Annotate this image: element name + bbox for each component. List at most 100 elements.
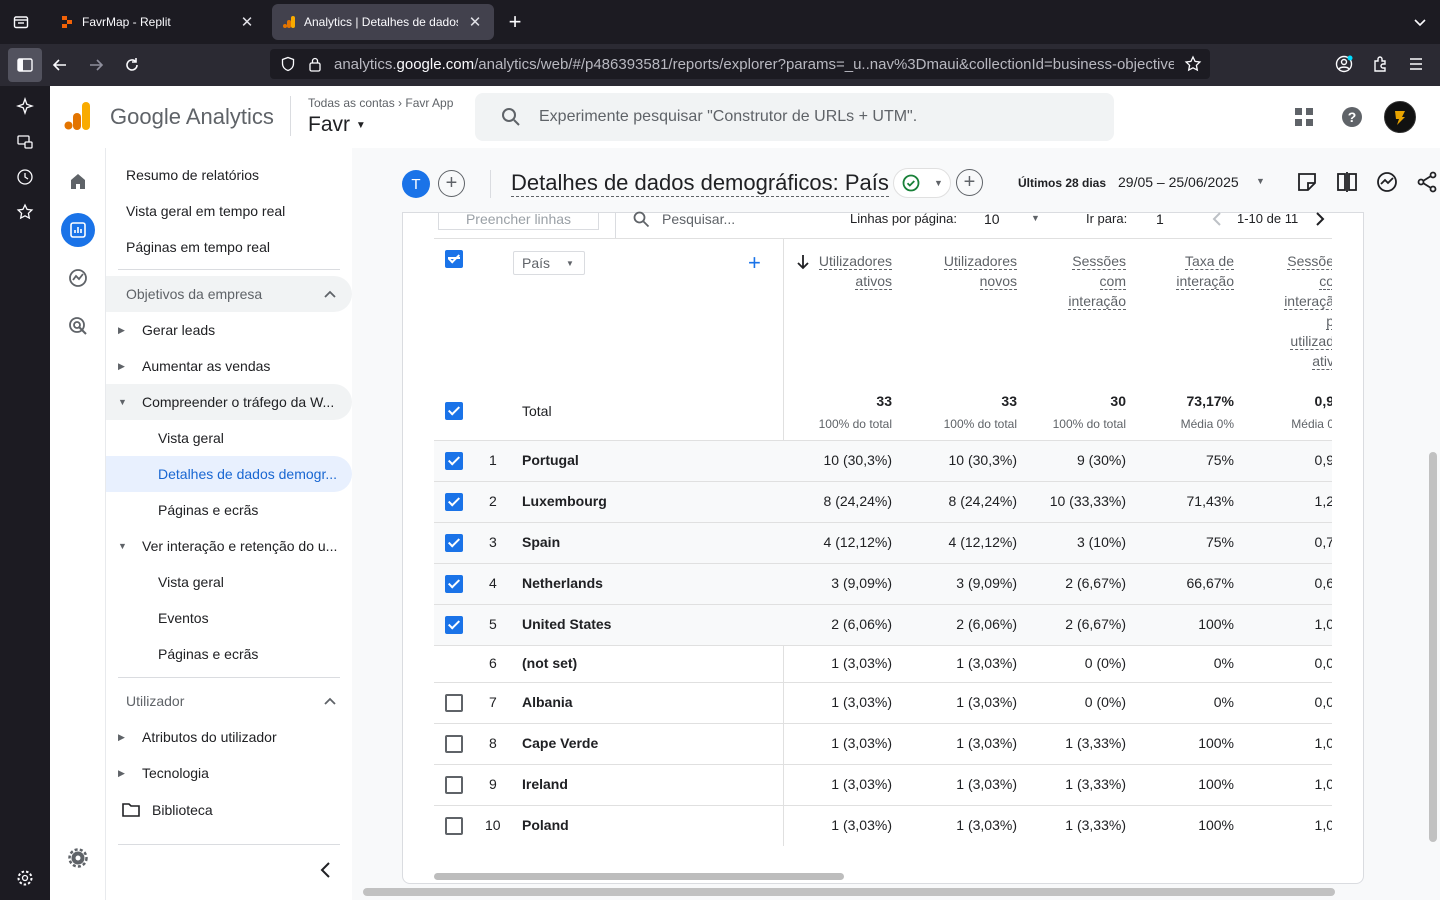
apps-grid-icon[interactable] [1288,101,1320,133]
comparison-avatar[interactable]: T [402,170,430,198]
country-cell[interactable]: Cape Verde [522,735,598,751]
close-icon[interactable]: ✕ [466,13,484,31]
menu-item-paginas-ecras-2[interactable]: Páginas e ecrãs [106,636,352,672]
history-icon[interactable] [8,160,42,194]
insights-icon[interactable] [1376,171,1398,196]
customize-report-icon[interactable] [1296,171,1318,196]
menu-item-paginas-tempo-real[interactable]: Páginas em tempo real [106,229,352,265]
url-bar[interactable]: analytics.google.com/analytics/web/#/p48… [270,49,1210,79]
lock-icon[interactable] [308,56,322,72]
row-checkbox[interactable] [445,776,463,794]
account-icon[interactable] [1327,47,1361,81]
compare-icon[interactable] [1336,171,1358,196]
row-checkbox[interactable] [445,575,463,593]
country-cell[interactable]: Poland [522,817,569,833]
menu-section-objetivos[interactable]: Objetivos da empresa [106,276,352,312]
dimension-selector[interactable]: País ▼ [513,251,585,275]
tab-analytics[interactable]: Analytics | Detalhes de dados d ✕ [272,4,494,40]
table-horizontal-scrollbar[interactable] [434,873,844,880]
table-row[interactable]: 5 United States 2 (6,06%) 2 (6,06%) 2 (6,67%… [434,604,1332,645]
table-row[interactable]: 9 Ireland 1 (3,03%) 1 (3,03%) 1 (3,33%) 100% 1… [434,764,1332,805]
menu-item-tempo-real[interactable]: Vista geral em tempo real [106,193,352,229]
tab-favrmap[interactable]: FavrMap - Replit ✕ [50,4,266,40]
row-checkbox[interactable] [445,817,463,835]
advertising-icon[interactable] [62,310,94,342]
status-badge[interactable]: ▼ [893,168,951,198]
total-checkbox[interactable] [445,402,463,420]
share-icon[interactable] [1416,171,1438,196]
table-row[interactable]: 3 Spain 4 (12,12%) 4 (12,12%) 3 (10%) 75% 0,7 [434,522,1332,563]
add-filter-icon[interactable]: + [956,169,983,196]
table-row[interactable]: 2 Luxembourg 8 (24,24%) 8 (24,24%) 10 (33,33… [434,481,1332,522]
bookmark-star-icon[interactable] [1184,55,1202,73]
menu-item-tecnologia[interactable]: ▶ Tecnologia [106,755,352,791]
close-icon[interactable]: ✕ [238,13,256,31]
help-icon[interactable]: ? [1336,101,1368,133]
menu-item-compreender-trafego[interactable]: ▼ Compreender o tráfego da W... [106,384,352,420]
add-comparison-icon[interactable]: + [438,170,465,197]
menu-section-utilizador[interactable]: Utilizador [106,683,352,719]
select-all-checkbox[interactable] [445,250,463,268]
table-row[interactable]: 1 Portugal 10 (30,3%) 10 (30,3%) 9 (30%) 75% 0… [434,440,1332,481]
header-utilizadores-ativos[interactable]: Utilizadores ativos [818,251,892,291]
extensions-icon[interactable] [1363,47,1397,81]
table-row[interactable]: 6 (not set) 1 (3,03%) 1 (3,03%) 0 (0%) 0% 0,0 [434,645,1332,682]
menu-item-detalhes-demograficos[interactable]: Detalhes de dados demogr... [106,456,352,492]
menu-item-biblioteca[interactable]: Biblioteca [106,792,352,828]
menu-item-vista-geral[interactable]: Vista geral [106,420,352,456]
caret-down-icon[interactable]: ▼ [1256,176,1265,186]
home-icon[interactable] [62,165,94,197]
country-cell[interactable]: Albania [522,694,573,710]
menu-item-aumentar-vendas[interactable]: ▶ Aumentar as vendas [106,348,352,384]
date-label[interactable]: Últimos 28 dias [1018,176,1106,190]
explore-icon[interactable] [62,262,94,294]
collapse-menu-icon[interactable] [316,860,336,880]
ga-logo-icon[interactable] [64,101,92,131]
table-row[interactable]: 4 Netherlands 3 (9,09%) 3 (9,09%) 2 (6,67%) 6… [434,563,1332,604]
bookmarks-icon[interactable] [8,195,42,229]
menu-item-eventos[interactable]: Eventos [106,600,352,636]
menu-item-paginas-ecras[interactable]: Páginas e ecrãs [106,492,352,528]
search-bar[interactable]: Experimente pesquisar "Construtor de URL… [475,93,1114,141]
reports-icon[interactable] [61,213,95,247]
header-taxa-interacao[interactable]: Taxa de interação [1176,251,1234,291]
sidebar-toggle-icon[interactable] [8,48,42,82]
menu-item-resumo[interactable]: Resumo de relatórios [106,157,352,193]
admin-gear-icon[interactable] [62,842,94,874]
row-checkbox[interactable] [445,735,463,753]
table-row[interactable]: 10 Poland 1 (3,03%) 1 (3,03%) 1 (3,33%) 100% 1… [434,805,1332,846]
back-icon[interactable] [43,48,77,82]
country-cell[interactable]: (not set) [522,655,577,671]
property-selector[interactable]: Favr ▼ [308,113,366,137]
row-checkbox[interactable] [445,616,463,634]
arrow-down-icon[interactable] [796,254,810,270]
menu-icon[interactable] [1399,47,1433,81]
country-cell[interactable]: Netherlands [522,575,603,591]
page-horizontal-scrollbar[interactable] [363,888,1335,896]
gear-icon[interactable] [8,861,42,895]
row-checkbox[interactable] [445,694,463,712]
date-range[interactable]: 29/05 – 25/06/2025 [1118,174,1239,190]
country-cell[interactable]: Ireland [522,776,568,792]
header-utilizadores-novos[interactable]: Utilizadores novos [943,251,1017,291]
country-cell[interactable]: Luxembourg [522,493,607,509]
row-checkbox[interactable] [445,452,463,470]
country-cell[interactable]: Portugal [522,452,579,468]
ga-brand[interactable]: Google Analytics [110,104,274,130]
reload-icon[interactable] [115,48,149,82]
avatar[interactable] [1384,101,1416,133]
page-vertical-scrollbar[interactable] [1429,452,1437,842]
country-cell[interactable]: Spain [522,534,560,550]
header-sessoes-por-utilizador[interactable]: Sessõe co interaçã p utilizad ativ [1284,251,1332,371]
breadcrumb[interactable]: Todas as contas › Favr App [308,96,453,110]
tab-list-icon[interactable] [4,5,38,39]
chevron-down-icon[interactable] [1403,5,1437,39]
shield-icon[interactable] [280,56,296,72]
menu-item-vista-geral-2[interactable]: Vista geral [106,564,352,600]
header-sessoes-interacao[interactable]: Sessões com interação [1068,251,1126,311]
ai-sparkle-icon[interactable] [8,89,42,123]
menu-item-ver-interacao[interactable]: ▼ Ver interação e retenção do u... [106,528,352,564]
synced-tabs-icon[interactable] [8,125,42,159]
new-tab-icon[interactable]: + [498,5,532,39]
menu-item-gerar-leads[interactable]: ▶ Gerar leads [106,312,352,348]
